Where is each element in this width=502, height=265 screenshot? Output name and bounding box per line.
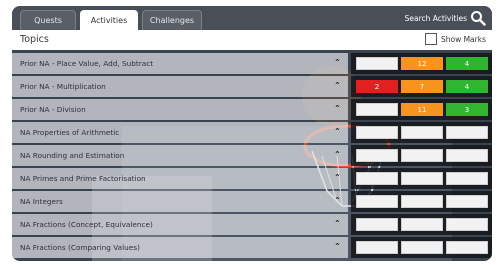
tab-challenges[interactable]: Challenges [142, 10, 202, 30]
score-cell: 3 [446, 103, 488, 116]
score-cell: 2 [356, 80, 398, 93]
score-group: 11 3 [351, 99, 492, 120]
topic-row[interactable]: NA Integers ⌃ [12, 190, 492, 213]
chevron-up-icon[interactable]: ⌃ [334, 104, 341, 113]
tab-quests[interactable]: Quests [20, 10, 76, 30]
show-marks-label: Show Marks [440, 34, 486, 44]
chevron-up-icon[interactable]: ⌃ [334, 242, 341, 251]
search-icon [471, 11, 486, 26]
topic-label: NA Properties of Arithmetic [12, 122, 348, 143]
score-cell: 7 [401, 80, 443, 93]
score-cell [401, 126, 443, 139]
chevron-up-icon[interactable]: ⌃ [334, 127, 341, 136]
score-cell [356, 195, 398, 208]
topic-row[interactable]: NA Primes and Prime Factorisation ⌃ [12, 167, 492, 190]
topic-row[interactable]: Prior NA - Multiplication ⌃ 2 7 4 [12, 75, 492, 98]
chevron-up-icon[interactable]: ⌃ [334, 58, 341, 67]
score-cell [356, 126, 398, 139]
topic-label: Prior NA - Place Value, Add, Subtract [12, 53, 348, 74]
score-group [351, 191, 492, 212]
score-cell [446, 172, 488, 185]
chevron-up-icon[interactable]: ⌃ [334, 219, 341, 228]
score-cell: 12 [401, 57, 443, 70]
score-group [351, 168, 492, 189]
chevron-up-icon[interactable]: ⌃ [334, 150, 341, 159]
score-cell [446, 241, 488, 254]
search-label: Search Activities [404, 13, 467, 23]
score-cell [446, 218, 488, 231]
search-activities-button[interactable]: Search Activities [402, 9, 486, 27]
score-cell [356, 241, 398, 254]
score-cell [401, 172, 443, 185]
score-cell [446, 195, 488, 208]
topic-label: NA Fractions (Concept, Equivalence) [12, 214, 348, 235]
score-cell: 11 [401, 103, 443, 116]
topic-label: NA Integers [12, 191, 348, 212]
score-cell [401, 241, 443, 254]
topic-label: Prior NA - Multiplication [12, 76, 348, 97]
topic-label: NA Fractions (Comparing Values) [12, 237, 348, 258]
score-cell [401, 218, 443, 231]
topic-label: NA Rounding and Estimation [12, 145, 348, 166]
score-cell [356, 57, 398, 70]
topic-row[interactable]: Prior NA - Place Value, Add, Subtract ⌃ … [12, 52, 492, 75]
score-group: 2 7 4 [351, 76, 492, 97]
score-cell: 4 [446, 57, 488, 70]
show-marks-checkbox[interactable] [424, 33, 437, 45]
tab-bar: Quests Activities Challenges Search Acti… [12, 6, 492, 30]
score-group [351, 122, 492, 143]
topics-title: Topics [20, 34, 49, 45]
topic-row[interactable]: NA Properties of Arithmetic ⌃ [12, 121, 492, 144]
score-cell [356, 149, 398, 162]
topic-row[interactable]: NA Fractions (Concept, Equivalence) ⌃ [12, 213, 492, 236]
topic-row[interactable]: NA Fractions (Comparing Values) ⌃ [12, 236, 492, 259]
score-cell [356, 103, 398, 116]
chevron-up-icon[interactable]: ⌃ [334, 173, 341, 182]
topic-row[interactable]: NA Rounding and Estimation ⌃ [12, 144, 492, 167]
score-cell [356, 218, 398, 231]
chevron-up-icon[interactable]: ⌃ [334, 81, 341, 90]
score-group: 12 4 [351, 53, 492, 74]
score-cell [446, 149, 488, 162]
score-cell: 4 [446, 80, 488, 93]
activities-panel: Quests Activities Challenges Search Acti… [12, 6, 492, 261]
tab-activities[interactable]: Activities [80, 10, 138, 30]
score-cell [401, 195, 443, 208]
show-marks-toggle[interactable]: Show Marks [424, 33, 486, 45]
chevron-up-icon[interactable]: ⌃ [334, 196, 341, 205]
topic-list: Prior NA - Place Value, Add, Subtract ⌃ … [12, 52, 492, 259]
score-cell [401, 149, 443, 162]
score-group [351, 237, 492, 258]
score-cell [356, 172, 398, 185]
topics-header: Topics Show Marks [12, 30, 492, 50]
topic-label: Prior NA - Division [12, 99, 348, 120]
topic-row[interactable]: Prior NA - Division ⌃ 11 3 [12, 98, 492, 121]
score-group [351, 214, 492, 235]
score-group [351, 145, 492, 166]
score-cell [446, 126, 488, 139]
topic-label: NA Primes and Prime Factorisation [12, 168, 348, 189]
